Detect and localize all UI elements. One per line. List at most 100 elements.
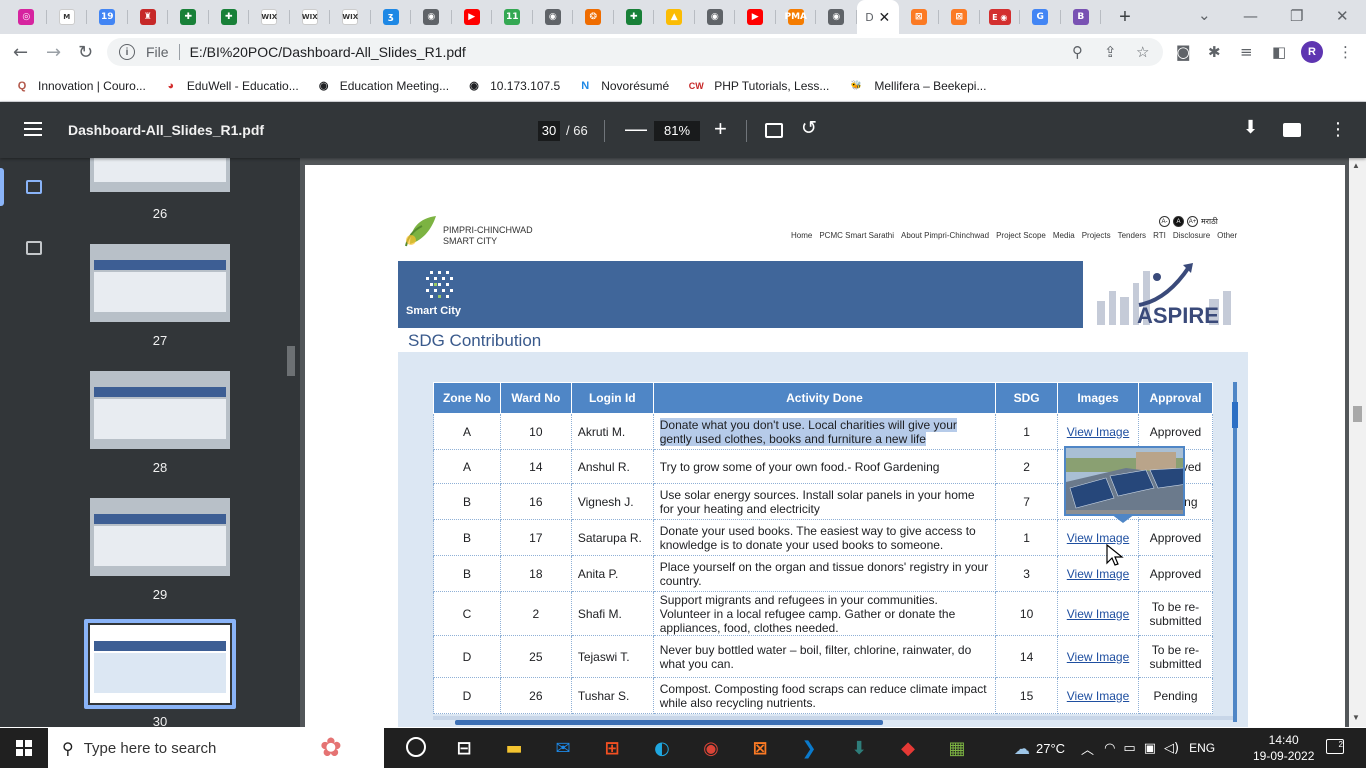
tab-search-icon[interactable]: ⌄	[1198, 6, 1211, 24]
start-button[interactable]	[16, 740, 32, 756]
input-language[interactable]: ENG	[1189, 741, 1215, 755]
bookmark-item[interactable]: ◉ Education Meeting...	[316, 78, 449, 94]
view-image-link[interactable]: View Image	[1067, 425, 1129, 439]
camera-icon[interactable]: ◙	[1176, 43, 1191, 61]
url-text[interactable]: E:/BI%20POC/Dashboard-All_Slides_R1.pdf	[190, 44, 466, 60]
site-info-icon[interactable]: i	[119, 44, 135, 60]
bookmark-item[interactable]: ◕ EduWell - Educatio...	[163, 78, 299, 94]
minimize-icon[interactable]: —	[1243, 7, 1258, 25]
print-icon[interactable]	[1283, 123, 1301, 137]
browser-tab[interactable]: ⊠	[899, 0, 939, 34]
zoom-out-button[interactable]: —	[625, 116, 647, 142]
xampp-icon[interactable]: ⊠	[748, 736, 772, 760]
download-icon[interactable]: ⬇	[1243, 117, 1258, 138]
new-tab-button[interactable]: +	[1115, 6, 1135, 29]
browser-tab[interactable]: ✚	[614, 0, 654, 34]
page-thumbnail[interactable]	[90, 371, 230, 449]
browser-tab[interactable]: ◎	[6, 0, 47, 34]
weather-temp[interactable]: 27°C	[1036, 741, 1065, 756]
browser-tab[interactable]: WIX	[249, 0, 290, 34]
browser-tab[interactable]: WIX	[330, 0, 371, 34]
profile-avatar[interactable]: R	[1301, 41, 1323, 63]
bookmark-star-icon[interactable]: ☆	[1136, 43, 1149, 61]
back-icon[interactable]: ←	[13, 42, 28, 63]
outline-icon[interactable]	[26, 241, 42, 255]
browser-tab[interactable]: ◉	[816, 0, 857, 34]
page-scrollbar[interactable]: ▲ ▼	[1349, 158, 1366, 727]
bookmark-item[interactable]: N Novorésumé	[577, 78, 669, 94]
zoom-input[interactable]: 81%	[654, 121, 700, 141]
edge-icon[interactable]: ◐	[650, 736, 674, 760]
page-thumbnail[interactable]	[90, 158, 230, 192]
browser-tab-active[interactable]: D ✕	[856, 0, 899, 34]
rotate-icon[interactable]: ↺	[801, 117, 817, 139]
media-controls-icon[interactable]: ≡	[1240, 43, 1253, 61]
zoom-in-button[interactable]: +	[714, 116, 727, 142]
browser-tab[interactable]: 19	[87, 0, 128, 34]
view-image-link[interactable]: View Image	[1067, 650, 1129, 664]
restore-icon[interactable]: ❐	[1290, 7, 1303, 25]
table-scrollbar[interactable]	[1232, 382, 1238, 722]
page-thumbnail[interactable]	[90, 625, 230, 703]
battery-icon[interactable]: ▭	[1123, 741, 1135, 756]
tray-overflow-icon[interactable]: ︿	[1081, 739, 1094, 758]
notifications-icon[interactable]: 2	[1326, 739, 1344, 754]
browser-tab[interactable]: ✚	[168, 0, 209, 34]
network-icon[interactable]: ▣	[1144, 741, 1156, 756]
bookmark-item[interactable]: ◉ 10.173.107.5	[466, 78, 560, 94]
task-view-icon[interactable]: ⊟	[452, 736, 476, 760]
browser-tab[interactable]: ✚	[209, 0, 249, 34]
chrome-icon[interactable]: ◉	[699, 736, 723, 760]
browser-tab[interactable]: E ◉	[980, 0, 1020, 34]
browser-tab[interactable]: ♜	[128, 0, 168, 34]
store-icon[interactable]: ⊞	[600, 736, 624, 760]
installer-icon[interactable]: ⬇	[847, 736, 871, 760]
page-thumbnail[interactable]	[90, 244, 230, 322]
side-panel-icon[interactable]: ◧	[1272, 43, 1286, 61]
clock[interactable]: 14:40 19-09-2022	[1253, 732, 1314, 764]
vscode-icon[interactable]: ❯	[797, 736, 821, 760]
view-image-link[interactable]: View Image	[1067, 689, 1129, 703]
browser-tab[interactable]: G	[1020, 0, 1061, 34]
wifi-icon[interactable]: ◠	[1104, 741, 1115, 756]
chrome-menu-icon[interactable]: ⋮	[1338, 43, 1353, 61]
volume-icon[interactable]: ◁)	[1164, 741, 1179, 756]
browser-tab[interactable]: ◉	[533, 0, 573, 34]
fit-page-icon[interactable]	[765, 123, 783, 138]
browser-tab[interactable]: ▶	[452, 0, 492, 34]
browser-tab[interactable]: ❂	[573, 0, 614, 34]
tab-close-icon[interactable]: ✕	[879, 9, 891, 26]
address-bar[interactable]: i File E:/BI%20POC/Dashboard-All_Slides_…	[107, 38, 1163, 66]
view-image-link[interactable]: View Image	[1067, 531, 1129, 545]
browser-tab[interactable]: ʒ	[371, 0, 411, 34]
bookmark-item[interactable]: 🐝 Mellifera – Beekepi...	[846, 78, 987, 94]
view-image-link[interactable]: View Image	[1067, 607, 1129, 621]
browser-tab[interactable]: 11	[492, 0, 533, 34]
taskbar-search[interactable]: ⚲ Type here to search ✿	[48, 728, 384, 768]
browser-tab[interactable]: WIX	[290, 0, 330, 34]
page-number-input[interactable]: 30	[538, 121, 560, 141]
page-thumbnail[interactable]	[90, 498, 230, 576]
browser-tab[interactable]: B	[1061, 0, 1101, 34]
browser-tab[interactable]: ◉	[411, 0, 452, 34]
zoom-lens-icon[interactable]: ⚲	[1072, 43, 1083, 61]
table-hscroll-thumb[interactable]	[455, 720, 883, 725]
close-window-icon[interactable]: ✕	[1336, 7, 1349, 25]
extensions-icon[interactable]: ✱	[1208, 43, 1221, 61]
scroll-up-arrow-icon[interactable]: ▲	[1352, 161, 1360, 170]
bookmark-item[interactable]: Q Innovation | Couro...	[14, 78, 146, 94]
browser-tab[interactable]: ▲	[654, 0, 695, 34]
thumbnail-scrollbar[interactable]	[282, 158, 300, 727]
menu-icon[interactable]	[24, 122, 42, 136]
mail-icon[interactable]: ✉	[551, 736, 575, 760]
scroll-down-arrow-icon[interactable]: ▼	[1352, 713, 1360, 722]
browser-tab[interactable]: ⊠	[939, 0, 980, 34]
file-explorer-icon[interactable]: ▬	[502, 736, 526, 760]
more-options-icon[interactable]: ⋮	[1329, 119, 1347, 140]
page-scrollbar-thumb[interactable]	[1353, 406, 1362, 422]
app-icon[interactable]: ▦	[945, 736, 969, 760]
thumbnails-icon[interactable]	[26, 180, 42, 194]
cortana-icon[interactable]	[406, 737, 426, 757]
bookmark-item[interactable]: CW PHP Tutorials, Less...	[686, 78, 830, 94]
browser-tab[interactable]: PMA	[776, 0, 816, 34]
